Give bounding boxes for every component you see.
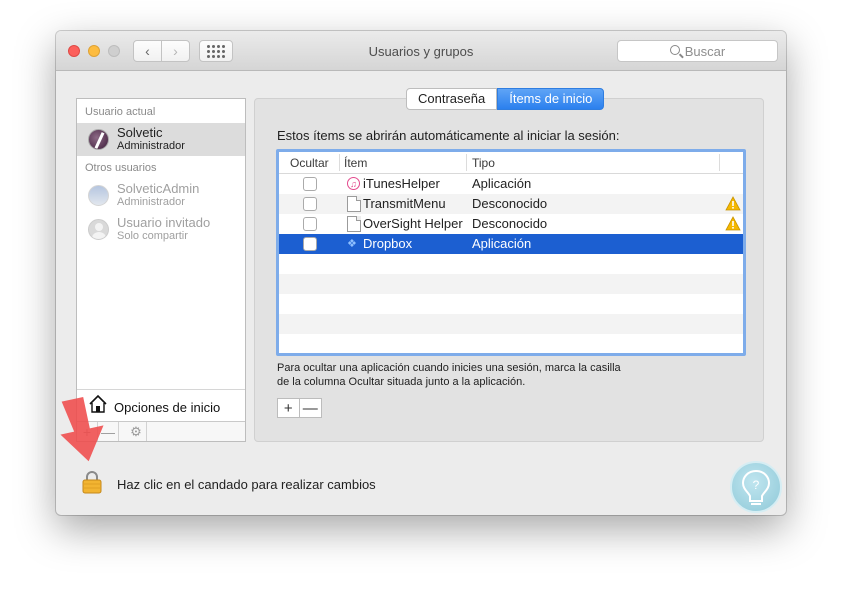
empty-row xyxy=(279,274,743,294)
item-name: TransmitMenu xyxy=(363,196,446,211)
itunes-icon: ♫ xyxy=(347,177,360,190)
hide-checkbox[interactable] xyxy=(303,217,317,231)
login-items-description: Estos ítems se abrirán automáticamente a… xyxy=(277,128,620,143)
table-row[interactable]: ❖ Dropbox Aplicación xyxy=(279,234,743,254)
item-type: Desconocido xyxy=(472,196,548,211)
back-button[interactable]: ‹ xyxy=(133,40,162,62)
user-actions-button[interactable]: ⚙ xyxy=(126,422,147,441)
svg-text:?: ? xyxy=(753,478,760,492)
lock-icon[interactable] xyxy=(82,470,102,494)
show-all-button[interactable] xyxy=(199,40,233,62)
item-name: iTunesHelper xyxy=(363,176,440,191)
tab-login-items[interactable]: Ítems de inicio xyxy=(497,88,605,110)
login-items-table: Ocultar Ítem Tipo ♫ iTunesHelper Aplicac… xyxy=(276,149,746,356)
zoom-button[interactable] xyxy=(108,45,120,57)
tab-bar: Contraseña Ítems de inicio xyxy=(406,88,605,110)
annotation-arrow-icon xyxy=(60,397,104,462)
hint-line: Para ocultar una aplicación cuando inici… xyxy=(277,362,621,374)
item-type: Aplicación xyxy=(472,176,532,191)
column-item[interactable]: Ítem xyxy=(344,156,367,170)
title-bar: ‹ › Usuarios y grupos Buscar xyxy=(56,31,786,71)
search-placeholder: Buscar xyxy=(684,43,726,59)
item-name: Dropbox xyxy=(363,236,413,251)
user-role: Administrador xyxy=(117,196,185,208)
user-row-current[interactable]: Solvetic Administrador xyxy=(77,123,245,156)
table-row[interactable]: TransmitMenu Desconocido xyxy=(279,194,743,214)
search-icon xyxy=(669,45,680,55)
column-hide[interactable]: Ocultar xyxy=(290,156,329,170)
column-type[interactable]: Tipo xyxy=(472,156,495,170)
add-login-item-button[interactable]: + xyxy=(278,399,300,417)
user-role: Administrador xyxy=(117,140,185,152)
table-header: Ocultar Ítem Tipo xyxy=(279,152,743,174)
user-row-guest[interactable]: Usuario invitado Solo compartir xyxy=(77,213,245,246)
remove-login-item-button[interactable]: — xyxy=(300,399,321,417)
hide-checkbox[interactable] xyxy=(303,177,317,191)
avatar xyxy=(88,129,109,150)
avatar xyxy=(88,185,109,206)
user-row-solveticadmin[interactable]: SolveticAdmin Administrador xyxy=(77,179,245,212)
users-groups-window: ‹ › Usuarios y grupos Buscar Usuario act… xyxy=(56,31,786,515)
guest-avatar-icon xyxy=(88,219,109,240)
lock-instruction: Haz clic en el candado para realizar cam… xyxy=(117,477,376,492)
minimize-button[interactable] xyxy=(88,45,100,57)
dropbox-icon: ❖ xyxy=(347,238,357,250)
hint-line: de la columna Ocultar situada junto a la… xyxy=(277,376,526,388)
help-logo-icon: ? xyxy=(730,461,782,513)
item-type: Aplicación xyxy=(472,236,532,251)
document-icon xyxy=(347,216,361,232)
table-row[interactable]: OverSight Helper Desconocido xyxy=(279,214,743,234)
item-name: OverSight Helper xyxy=(363,216,463,231)
hide-checkbox[interactable] xyxy=(303,237,317,251)
current-user-label: Usuario actual xyxy=(85,106,156,118)
grid-icon xyxy=(207,44,225,58)
chevron-right-icon: › xyxy=(173,43,178,59)
login-items-add-remove: + — xyxy=(277,398,322,418)
chevron-left-icon: ‹ xyxy=(145,43,150,59)
gear-icon: ⚙ xyxy=(130,423,142,439)
item-type: Desconocido xyxy=(472,216,548,231)
forward-button[interactable]: › xyxy=(161,40,190,62)
user-name: Usuario invitado xyxy=(117,215,211,230)
tab-password[interactable]: Contraseña xyxy=(406,88,498,110)
warning-icon[interactable] xyxy=(725,216,741,231)
users-sidebar: Usuario actual Solvetic Administrador Ot… xyxy=(76,98,246,442)
search-field[interactable]: Buscar xyxy=(617,40,778,62)
close-button[interactable] xyxy=(68,45,80,57)
table-row[interactable]: ♫ iTunesHelper Aplicación xyxy=(279,174,743,194)
user-name: SolveticAdmin xyxy=(117,181,200,196)
user-name: Solvetic xyxy=(117,125,163,140)
other-users-label: Otros usuarios xyxy=(85,162,157,174)
user-role: Solo compartir xyxy=(117,230,188,242)
document-icon xyxy=(347,196,361,212)
warning-icon[interactable] xyxy=(725,196,741,211)
login-options-label: Opciones de inicio xyxy=(114,400,221,415)
hint-text: Para ocultar una aplicación cuando inici… xyxy=(277,361,677,389)
empty-row xyxy=(279,314,743,334)
hide-checkbox[interactable] xyxy=(303,197,317,211)
